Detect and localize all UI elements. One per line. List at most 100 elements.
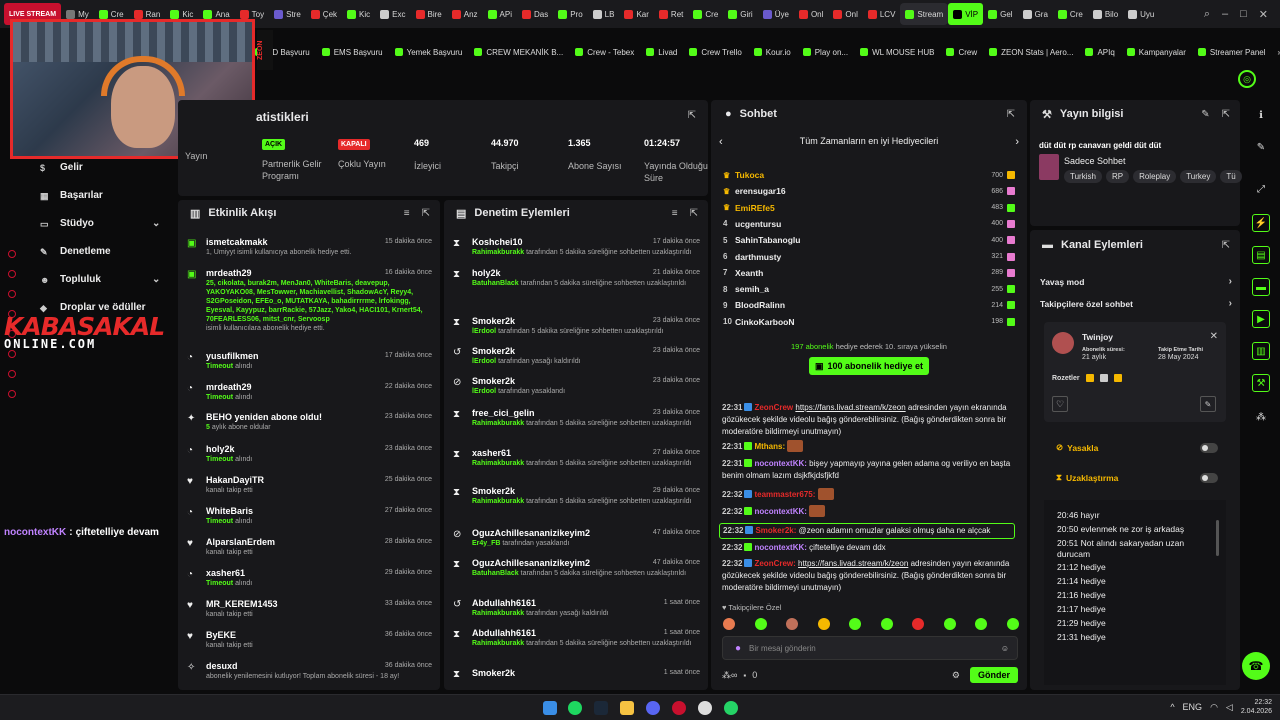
emote-icon[interactable] [849, 618, 862, 630]
list-item[interactable]: ⧗ OguzAchillesananizikeyim2 47 dakika önce… [444, 558, 708, 578]
tab[interactable]: Stre [269, 3, 306, 25]
emote-icon[interactable] [817, 618, 830, 630]
bookmark-item[interactable]: Livad [646, 48, 677, 57]
list-item[interactable]: ♥ HakanDayiTR 25 dakika önce kanalı takip e… [178, 475, 440, 495]
message-user[interactable]: nocontextKK: [754, 507, 806, 516]
tab[interactable]: Çek [306, 3, 342, 25]
gifter-row[interactable]: 5 SahinTabanoglu 400 [723, 233, 1015, 247]
layers-icon[interactable]: ▥ [1252, 342, 1270, 360]
chat-input[interactable]: ● Bir mesaj gönderin ☺ [722, 636, 1018, 660]
tab[interactable]: Onl [794, 3, 828, 25]
chat-message[interactable]: 22:32 ZeonCrew: https://fans.livad.stream… [722, 558, 1018, 594]
list-item[interactable]: ⧗ free_cici_gelin 23 dakika önce Rahimakbur… [444, 408, 708, 428]
tab[interactable]: LCV [863, 3, 901, 25]
tab[interactable]: Uyu [1123, 3, 1159, 25]
wrench-icon[interactable]: ⚒ [1252, 374, 1270, 392]
gifter-row[interactable]: ♛ erensugar16 686 [723, 184, 1015, 198]
emote-icon[interactable] [723, 618, 735, 630]
opera-icon[interactable] [672, 701, 686, 715]
filter-icon[interactable]: ≡ [404, 208, 410, 219]
gifter-row[interactable]: 4 ucgentursu 400 [723, 217, 1015, 231]
start-icon[interactable] [543, 701, 557, 715]
chat-message[interactable]: 22:32 teammaster675: [722, 488, 1018, 501]
tab[interactable]: Bilo [1088, 3, 1123, 25]
expand-icon[interactable]: ⤢ [1252, 180, 1270, 198]
bookmark-item[interactable]: Kampanyalar [1126, 48, 1186, 57]
volume-icon[interactable]: ◁ [1226, 702, 1233, 713]
gifter-row[interactable]: ♛ Tukoca 700 [723, 168, 1015, 182]
category-name[interactable]: Sadece Sohbet [1064, 156, 1126, 166]
search-tabs-icon[interactable]: ⌕ [1204, 8, 1210, 21]
message-user[interactable]: Smoker2k: [755, 526, 796, 535]
bolt-icon[interactable]: ⚡ [1252, 214, 1270, 232]
message-link[interactable]: https://fans.livad.stream/k/zeon [798, 559, 908, 568]
info-icon[interactable]: ℹ [1252, 106, 1270, 124]
gift-subs-button[interactable]: ▣ 100 abonelik hediye et [809, 357, 929, 375]
bookmark-item[interactable]: Kour.io [753, 48, 791, 57]
chat-bubble-icon[interactable]: ▬ [1252, 278, 1270, 296]
popout-icon[interactable]: ⇱ [422, 208, 430, 219]
chat-message[interactable]: 22:31 nocontextKK: bişey yapmayıp yayına … [722, 458, 1018, 482]
tab[interactable]: Stream [900, 3, 949, 25]
gifter-row[interactable]: 8 semih_a 255 [723, 282, 1015, 296]
message-user[interactable]: Mthans: [754, 442, 785, 451]
bookmark-item[interactable]: Play on... [802, 48, 848, 57]
tab[interactable]: Cre [1053, 3, 1088, 25]
maximize-icon[interactable]: □ [1240, 8, 1247, 21]
follow-heart-button[interactable]: ♡ [1052, 396, 1068, 412]
bookmark-item[interactable]: ZEON Stats | Aero... [989, 48, 1073, 57]
sidebar-item[interactable]: ▭ Stüdyo ⌄ [40, 218, 160, 229]
close-icon[interactable]: ✕ [1259, 8, 1268, 21]
timeout-toggle[interactable] [1200, 472, 1218, 483]
emote-icon[interactable] [786, 618, 799, 630]
tab[interactable]: Bire [411, 3, 447, 25]
tab[interactable]: Onl [828, 3, 862, 25]
stream-tag[interactable]: Turkey [1180, 170, 1217, 183]
chat-message[interactable]: 22:32 nocontextKK: çiftetelliye devam ddx [722, 542, 1018, 554]
list-item[interactable]: ⊘ OguzAchillesananizikeyim2 47 dakika önce… [444, 528, 708, 548]
list-item[interactable]: ⧗ Abdullahh6161 1 saat önce Rahimakburakk t… [444, 628, 708, 648]
send-button[interactable]: Gönder [969, 667, 1018, 683]
list-item[interactable]: ⧗ xasher61 27 dakika önce Rahimakburakk tar… [444, 448, 708, 468]
wifi-icon[interactable]: ◠ [1210, 702, 1218, 713]
list-item[interactable]: ↺ Smoker2k 23 dakika önce lErdool tarafında… [444, 346, 708, 366]
gifter-row[interactable]: 10 CinkoKarbooN 198 [723, 315, 1015, 329]
sidebar-item[interactable]: ▦ Başarılar [40, 190, 103, 201]
list-item[interactable]: ♥ AlparslanErdem 28 dakika önce kanalı taki… [178, 537, 440, 557]
language-indicator[interactable]: ENG [1183, 702, 1203, 712]
tab[interactable]: Gel [983, 3, 1017, 25]
tab[interactable]: Cre [688, 3, 723, 25]
list-item[interactable]: ⧗ Smoker2k 29 dakika önce Rahimakburakk tar… [444, 486, 708, 506]
tab[interactable]: Üye [758, 3, 794, 25]
message-user[interactable]: ZeonCrew [754, 403, 793, 412]
bookmark-item[interactable]: APIq [1085, 48, 1115, 57]
chat-settings-icon[interactable]: ▪ [743, 671, 746, 680]
folder-icon[interactable] [620, 701, 634, 715]
steam-icon[interactable] [594, 701, 608, 715]
list-item[interactable]: ▣ ismetcakmakk 15 dakika önce 1, Umiyyt isi… [178, 237, 440, 257]
gifter-row[interactable]: 7 Xeanth 289 [723, 266, 1015, 280]
sidebar-item[interactable]: $ Gelir [40, 162, 83, 173]
list-item[interactable]: ◔ xasher61 29 dakika önce Timeout alındı [178, 568, 440, 588]
bookmark-item[interactable]: Crew Trello [689, 48, 742, 57]
rail-dot-icon[interactable] [8, 370, 16, 378]
gear-icon[interactable]: ⚙ [952, 670, 960, 681]
discord-icon[interactable] [646, 701, 660, 715]
tab[interactable]: Kic [342, 3, 375, 25]
emote-icon[interactable] [1006, 618, 1019, 630]
filter-icon[interactable]: ≡ [672, 208, 678, 219]
list-item[interactable]: ⧗ Smoker2k 1 saat önce [444, 668, 708, 680]
tab[interactable]: Gra [1018, 3, 1053, 25]
gifter-row[interactable]: 6 darthmusty 321 [723, 250, 1015, 264]
message-user[interactable]: nocontextKK: [754, 543, 806, 552]
emote-icon[interactable] [975, 618, 988, 630]
video-icon[interactable]: ▶ [1252, 310, 1270, 328]
list-item[interactable]: ◔ mrdeath29 22 dakika önce Timeout alındı [178, 382, 440, 402]
stream-tag[interactable]: Turkish [1064, 170, 1102, 183]
tab[interactable]: Exc [375, 3, 410, 25]
list-item[interactable]: ♥ ByEKE 36 dakika önce kanalı takip etti [178, 630, 440, 650]
mic-icon[interactable]: ● [735, 643, 741, 654]
slow-mode-row[interactable]: Yavaş mod › [1040, 276, 1232, 287]
tab[interactable]: Pro [553, 3, 587, 25]
emote-icon[interactable] [943, 618, 956, 630]
